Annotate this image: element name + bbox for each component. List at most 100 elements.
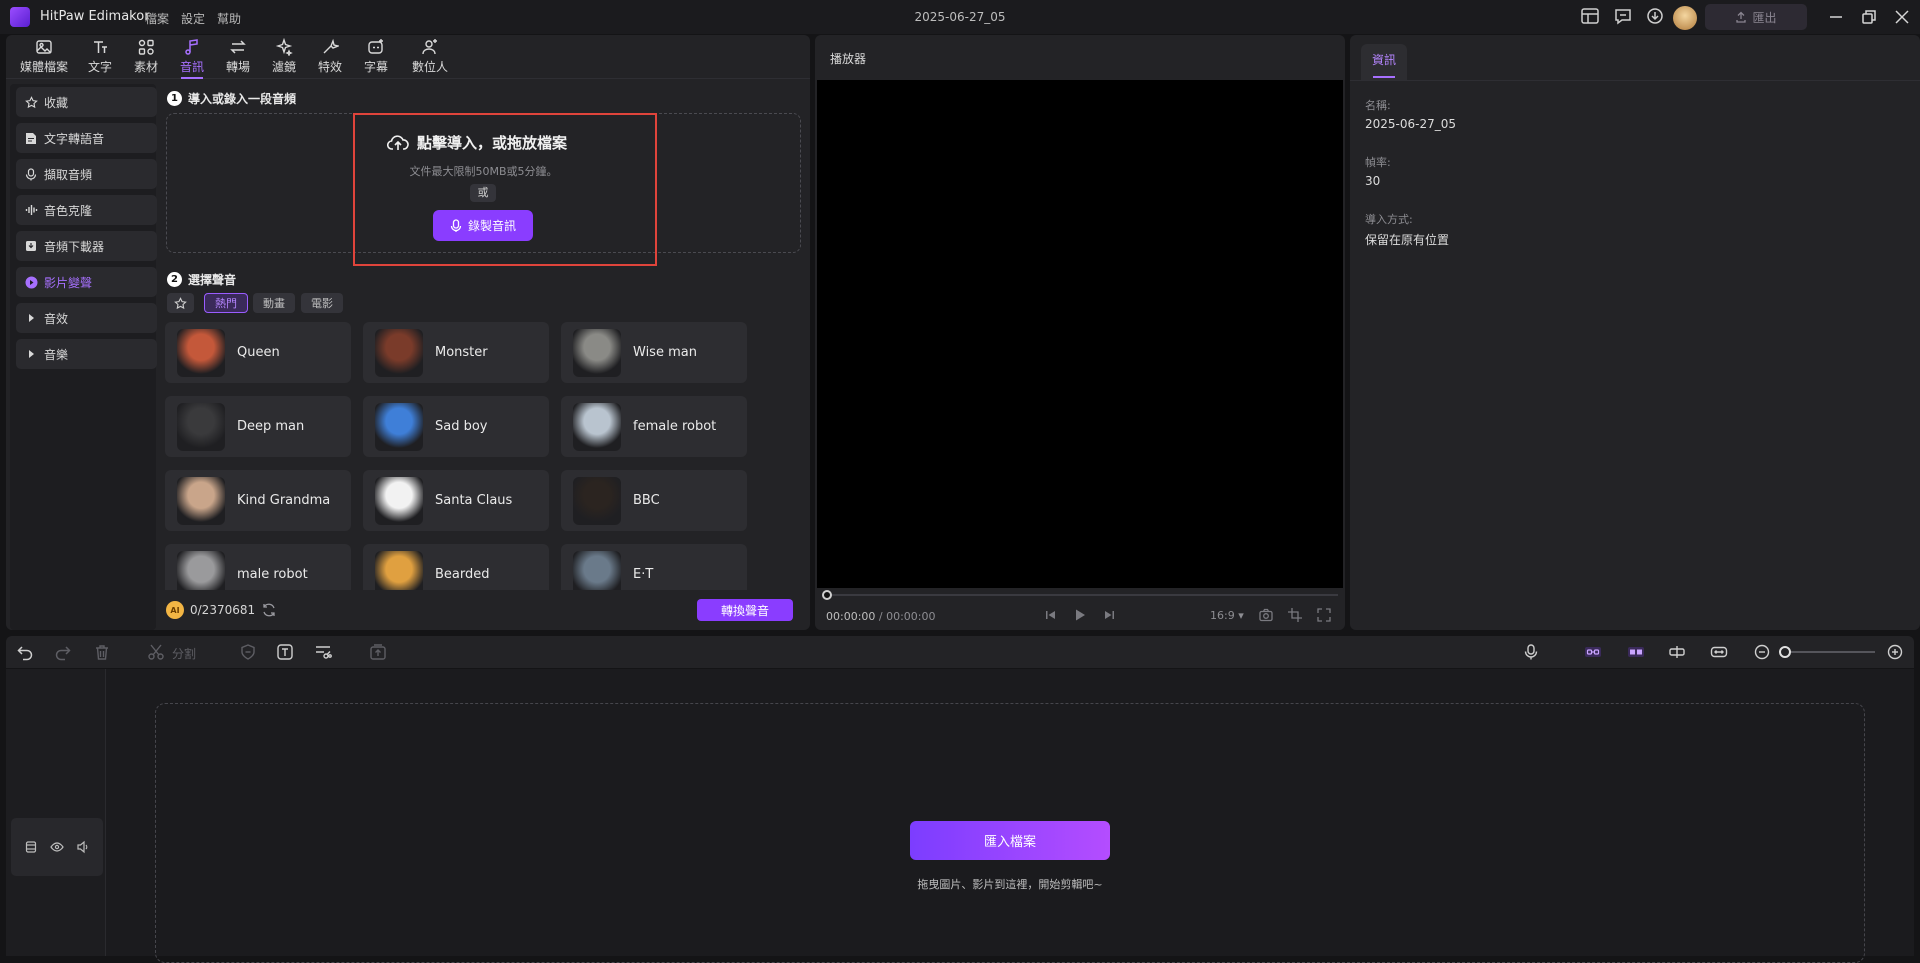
scissors-icon[interactable] <box>147 643 165 661</box>
voice-name: Kind Grandma <box>237 493 331 508</box>
snapshot-icon[interactable] <box>1258 607 1274 623</box>
tab-text[interactable]: 文字 <box>84 38 116 78</box>
refresh-icon[interactable] <box>261 602 277 618</box>
sidebar-item-voice-clone[interactable]: 音色克隆 <box>16 195 157 225</box>
download-circle-icon[interactable] <box>1645 7 1667 27</box>
voice-card[interactable]: Wise man <box>561 322 747 383</box>
previous-frame-icon[interactable] <box>1043 607 1059 623</box>
tab-assets[interactable]: 素材 <box>130 38 162 78</box>
play-icon[interactable] <box>1072 607 1088 623</box>
voice-card[interactable]: BBC <box>561 470 747 531</box>
voice-card[interactable]: Santa Claus <box>363 470 549 531</box>
sidebar-item-music[interactable]: 音樂 <box>16 339 157 369</box>
voice-card[interactable]: Kind Grandma <box>165 470 351 531</box>
redo-icon[interactable] <box>54 643 72 661</box>
voice-card[interactable]: Monster <box>363 322 549 383</box>
menu-settings[interactable]: 設定 <box>181 10 205 27</box>
crop-icon[interactable] <box>1287 607 1303 623</box>
next-frame-icon[interactable] <box>1101 607 1117 623</box>
tab-filters[interactable]: 濾鏡 <box>268 38 300 78</box>
playback-progress[interactable] <box>828 594 1338 596</box>
tab-transitions[interactable]: 轉場 <box>222 38 254 78</box>
close-icon[interactable] <box>1893 8 1911 26</box>
tab-label: 字幕 <box>363 60 388 74</box>
sidebar-item-extract-audio[interactable]: 擷取音頻 <box>16 159 157 189</box>
favorites-filter[interactable] <box>167 293 194 313</box>
sidebar-item-label: 音頻下載器 <box>44 239 105 254</box>
split-view-icon[interactable] <box>1668 643 1686 661</box>
voice-thumbnail <box>375 550 423 590</box>
undo-icon[interactable] <box>16 643 34 661</box>
voice-thumbnail <box>375 402 423 451</box>
voice-thumbnail <box>375 328 423 377</box>
restore-icon[interactable] <box>1860 8 1878 26</box>
convert-voice-button[interactable]: 轉換聲音 <box>697 599 793 621</box>
voice-card[interactable]: Queen <box>165 322 351 383</box>
tab-label: 數位人 <box>411 60 448 74</box>
sidebar-item-audio-downloader[interactable]: 音頻下載器 <box>16 231 157 261</box>
delete-icon[interactable] <box>93 643 111 661</box>
track-lock-icon[interactable] <box>24 840 38 854</box>
step1-heading: 1 導入或錄入一段音頻 <box>167 90 296 107</box>
speaker-icon[interactable] <box>76 840 90 854</box>
menu-help[interactable]: 幫助 <box>217 10 241 27</box>
music-icon <box>185 39 198 55</box>
ai-cut-icon[interactable] <box>314 643 332 661</box>
tab-effects[interactable]: 特效 <box>314 38 346 78</box>
sidebar-item-tts[interactable]: 文字轉語音 <box>16 123 157 153</box>
voice-name: BBC <box>633 493 660 508</box>
voice-card[interactable]: Deep man <box>165 396 351 457</box>
filter-popular[interactable]: 熱門 <box>204 293 248 313</box>
aspect-ratio-select[interactable]: 16:9 ▾ <box>1210 609 1244 622</box>
video-preview[interactable] <box>817 80 1343 588</box>
zoom-out-icon[interactable] <box>1753 643 1771 661</box>
minimize-icon[interactable] <box>1827 8 1845 26</box>
fit-timeline-icon[interactable] <box>1710 643 1728 661</box>
import-files-button[interactable]: 匯入檔案 <box>910 821 1110 860</box>
tab-info[interactable]: 資訊 <box>1361 44 1407 80</box>
tab-subtitles[interactable]: 字幕 <box>360 38 392 78</box>
magnet-snap-icon[interactable] <box>1627 643 1645 661</box>
tab-media[interactable]: 媒體檔案 <box>16 38 72 78</box>
voice-name: Wise man <box>633 345 697 360</box>
sidebar-item-sound-effects[interactable]: 音效 <box>16 303 157 333</box>
voice-card[interactable]: male robot <box>165 544 351 590</box>
tab-audio[interactable]: 音訊 <box>176 38 208 79</box>
shield-icon[interactable] <box>239 643 257 661</box>
voice-card[interactable]: Bearded <box>363 544 549 590</box>
export-frame-icon[interactable] <box>369 643 387 661</box>
split-label[interactable]: 分割 <box>172 645 196 662</box>
voice-thumbnail <box>177 550 225 590</box>
voice-card[interactable]: Sad boy <box>363 396 549 457</box>
sidebar-item-favorites[interactable]: 收藏 <box>16 87 157 117</box>
filter-animation[interactable]: 動畫 <box>253 293 295 313</box>
zoom-in-icon[interactable] <box>1886 643 1904 661</box>
zoom-slider[interactable] <box>1785 651 1875 653</box>
feedback-icon[interactable] <box>1613 7 1635 27</box>
voice-thumbnail <box>177 402 225 451</box>
sidebar-item-voice-changer[interactable]: 影片變聲 <box>16 267 157 297</box>
user-avatar[interactable] <box>1673 6 1697 30</box>
link-clips-icon[interactable] <box>1584 643 1602 661</box>
info-divider <box>1350 80 1920 81</box>
text-box-icon[interactable] <box>276 643 294 661</box>
star-icon <box>174 296 187 309</box>
voice-card[interactable]: E·T <box>561 544 747 590</box>
tab-digital-human[interactable]: 數位人 <box>408 38 452 78</box>
voice-grid: Queen Monster Wise man Deep man Sad boy femal… <box>165 322 757 590</box>
playhead-knob[interactable] <box>822 590 832 600</box>
timeline-hint: 拖曳圖片、影片到這裡，開始剪輯吧~ <box>917 878 1103 891</box>
star-icon <box>24 95 38 109</box>
highlight-box <box>353 113 657 266</box>
voice-thumbnail <box>375 476 423 525</box>
zoom-slider-knob[interactable] <box>1779 646 1791 658</box>
export-button[interactable]: 匯出 <box>1705 4 1807 30</box>
voice-card[interactable]: female robot <box>561 396 747 457</box>
menu-file[interactable]: 檔案 <box>145 10 169 27</box>
eye-icon[interactable] <box>50 840 64 854</box>
fullscreen-icon[interactable] <box>1316 607 1332 623</box>
filter-movie[interactable]: 電影 <box>301 293 343 313</box>
layout-icon[interactable] <box>1580 7 1602 27</box>
microphone-icon[interactable] <box>1522 643 1540 661</box>
sidebar-item-label: 音色克隆 <box>44 203 93 218</box>
